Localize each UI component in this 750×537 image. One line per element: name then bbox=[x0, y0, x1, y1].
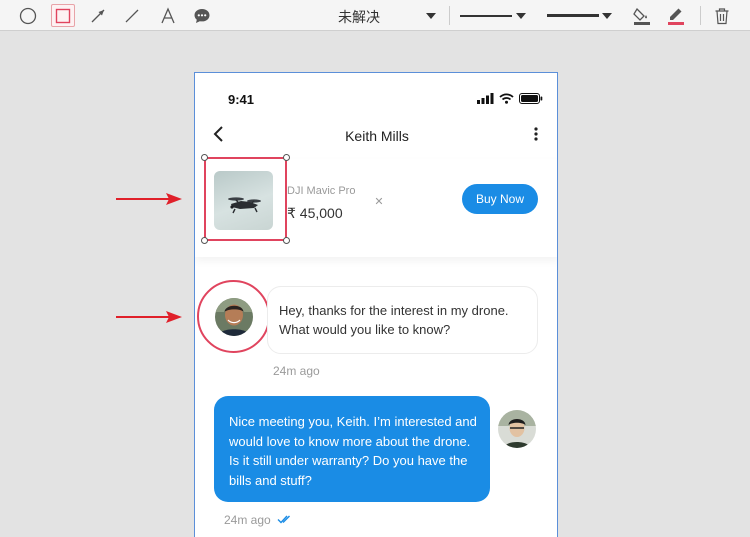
more-vertical-icon[interactable] bbox=[531, 125, 541, 143]
line-style-preview bbox=[460, 15, 512, 17]
selection-rectangle[interactable] bbox=[201, 154, 290, 244]
toolbar-divider bbox=[449, 6, 450, 25]
status-time: 9:41 bbox=[228, 92, 255, 107]
person-avatar-icon bbox=[498, 410, 536, 448]
ellipse-tool-button[interactable] bbox=[16, 4, 40, 27]
buy-now-button[interactable]: Buy Now bbox=[462, 184, 538, 214]
annotation-arrow bbox=[116, 193, 182, 205]
text-tool-button[interactable] bbox=[156, 4, 180, 27]
resize-handle[interactable] bbox=[283, 154, 290, 161]
paint-bucket-icon bbox=[633, 7, 650, 25]
comment-tool-button[interactable] bbox=[190, 4, 214, 27]
double-check-icon bbox=[277, 515, 290, 524]
arrow-line-icon bbox=[91, 9, 105, 22]
close-icon[interactable]: ✕ bbox=[371, 193, 387, 209]
chevron-down-icon bbox=[426, 13, 436, 19]
ellipse-icon bbox=[19, 7, 37, 24]
text-icon bbox=[161, 6, 175, 23]
status-label: 未解决 bbox=[338, 10, 380, 26]
outgoing-message-bubble: Nice meeting you, Keith. I’m interested … bbox=[214, 396, 490, 502]
battery-icon bbox=[519, 92, 543, 104]
chevron-down-icon bbox=[516, 13, 526, 19]
comment-icon bbox=[194, 8, 210, 23]
stroke-color-button[interactable] bbox=[664, 4, 688, 27]
annotation-arrow bbox=[116, 311, 182, 323]
chevron-down-icon bbox=[602, 13, 612, 19]
message-timestamp: 24m ago bbox=[224, 513, 271, 527]
status-dropdown[interactable]: 未解决 bbox=[330, 2, 442, 29]
toolbar-divider bbox=[700, 6, 701, 25]
wifi-icon bbox=[499, 92, 514, 104]
trash-icon bbox=[715, 7, 729, 24]
annotation-circle[interactable] bbox=[197, 280, 270, 353]
phone-mockup: 9:41 Keith Mills DJI Mavic Pro ₹ 45,000 bbox=[194, 72, 558, 537]
product-name: DJI Mavic Pro bbox=[287, 185, 356, 197]
resize-handle[interactable] bbox=[283, 237, 290, 244]
arrow-tool-button[interactable] bbox=[86, 4, 110, 27]
line-width-dropdown[interactable] bbox=[542, 4, 617, 27]
signal-icon bbox=[477, 92, 494, 104]
user-avatar bbox=[498, 410, 536, 448]
delete-button[interactable] bbox=[710, 4, 734, 27]
line-tool-button[interactable] bbox=[120, 4, 144, 27]
fill-color-button[interactable] bbox=[630, 4, 654, 27]
line-style-dropdown[interactable] bbox=[455, 4, 530, 27]
resize-handle[interactable] bbox=[201, 237, 208, 244]
resize-handle[interactable] bbox=[201, 154, 208, 161]
rectangle-icon bbox=[55, 8, 71, 23]
contact-name: Keith Mills bbox=[345, 128, 409, 144]
line-width-preview bbox=[547, 14, 599, 17]
product-card: DJI Mavic Pro ₹ 45,000 ✕ Buy Now bbox=[195, 154, 557, 257]
product-price: ₹ 45,000 bbox=[287, 205, 343, 221]
pen-icon bbox=[668, 8, 684, 25]
status-icons bbox=[477, 91, 543, 105]
incoming-message-bubble: Hey, thanks for the interest in my drone… bbox=[267, 286, 538, 354]
message-timestamp: 24m ago bbox=[273, 364, 320, 378]
annotation-toolbar: 未解决 bbox=[0, 0, 750, 31]
rectangle-tool-button[interactable] bbox=[51, 4, 75, 27]
line-icon bbox=[125, 9, 139, 22]
